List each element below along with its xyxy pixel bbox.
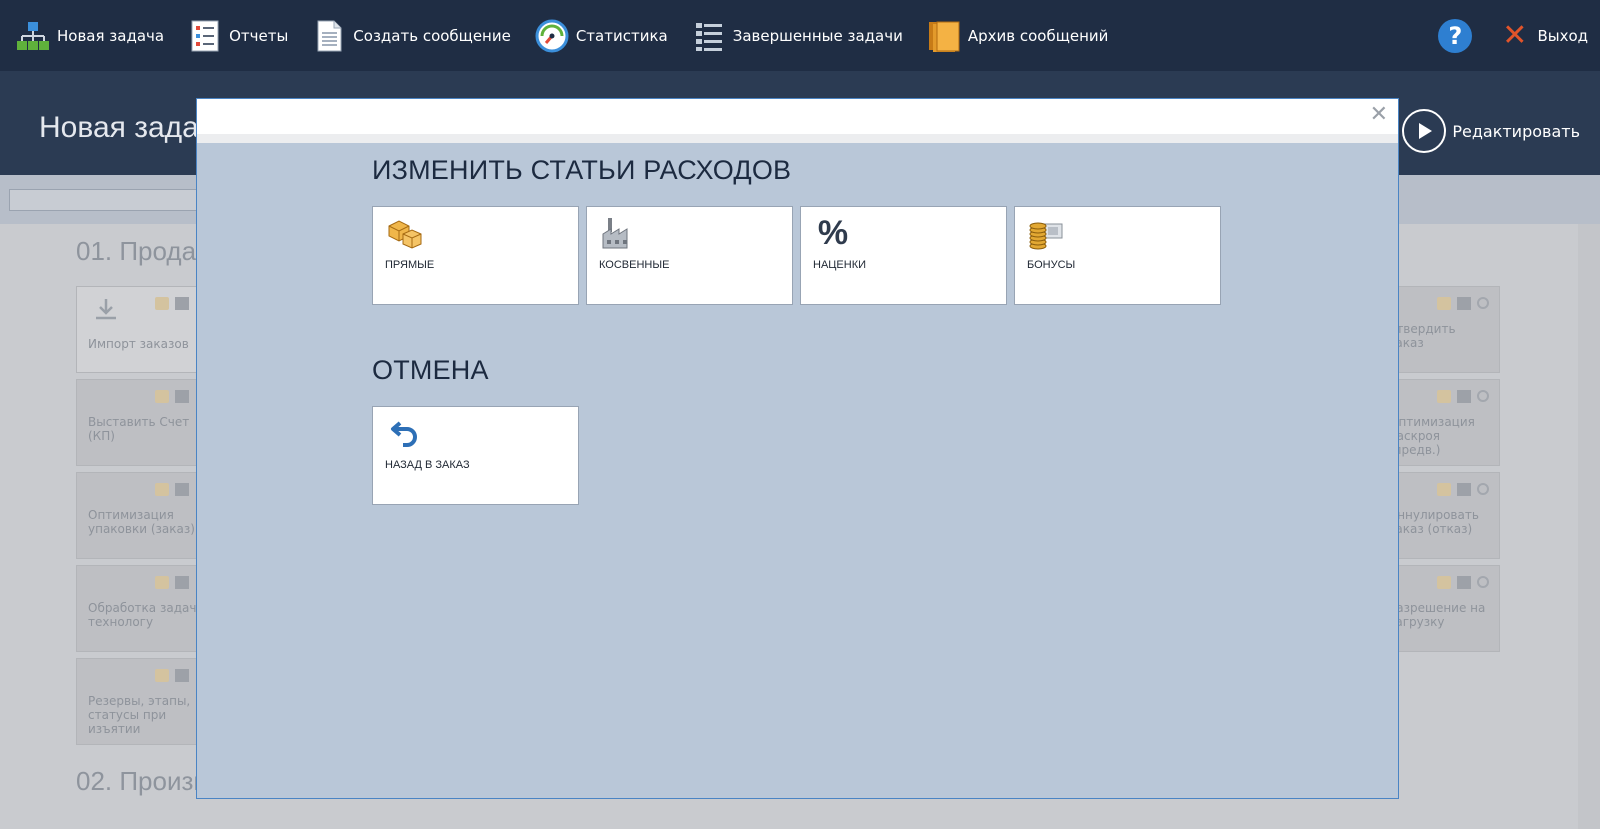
tile-label: НАЦЕНКИ	[813, 259, 867, 271]
card-invoice[interactable]: Выставить Счет (КП)	[76, 379, 200, 466]
list-icon	[692, 19, 726, 53]
card-actions	[155, 297, 189, 310]
save-icon[interactable]	[1457, 483, 1471, 496]
folder-icon[interactable]	[1437, 390, 1451, 403]
folder-icon[interactable]	[155, 390, 169, 403]
save-icon[interactable]	[175, 669, 189, 682]
close-x-icon: ✕	[1502, 17, 1528, 53]
card-label: Оптимизация упаковки (заказ)	[88, 508, 195, 536]
save-icon[interactable]	[1457, 297, 1471, 310]
dialog-titlebar: ✕	[197, 99, 1398, 143]
toolbar-create-message-label: Создать сообщение	[353, 26, 511, 45]
archive-folder-icon	[927, 19, 961, 53]
toolbar-statistics[interactable]: Статистика	[527, 0, 676, 71]
folder-icon[interactable]	[155, 297, 169, 310]
card-actions	[155, 483, 189, 496]
folder-icon[interactable]	[155, 669, 169, 682]
card-label: Импорт заказов	[88, 337, 189, 351]
card-actions	[1437, 390, 1489, 403]
toolbar-new-task-label: Новая задача	[57, 26, 165, 45]
tile-indirect-costs[interactable]: КОСВЕННЫЕ	[586, 206, 793, 305]
card-actions	[155, 669, 189, 682]
save-icon[interactable]	[1457, 576, 1471, 589]
save-icon[interactable]	[175, 576, 189, 589]
save-icon[interactable]	[175, 297, 189, 310]
card-actions	[1437, 576, 1489, 589]
card-reserves[interactable]: Резервы, этапы, статусы при изъятии	[76, 658, 200, 745]
toolbar-completed-tasks-label: Завершенные задачи	[732, 26, 903, 45]
zoom-icon[interactable]	[1477, 483, 1489, 495]
exit-label: Выход	[1537, 26, 1588, 45]
card-label: Резервы, этапы, статусы при изъятии	[88, 694, 191, 736]
toolbar-create-message[interactable]: Создать сообщение	[304, 0, 519, 71]
report-list-icon	[188, 19, 222, 53]
card-pack-optimization[interactable]: Оптимизация упаковки (заказ)	[76, 472, 200, 559]
tile-label: ПРЯМЫЕ	[385, 259, 435, 271]
org-chart-icon	[16, 19, 50, 53]
folder-icon[interactable]	[155, 483, 169, 496]
card-label: Утвердить заказ	[1389, 322, 1456, 350]
document-icon	[312, 19, 346, 53]
edit-button-label: Редактировать	[1452, 121, 1580, 141]
toolbar-right: ? ✕ Выход	[1438, 0, 1600, 71]
tile-label: КОСВЕННЫЕ	[599, 259, 670, 271]
group-title-cancel: ОТМЕНА	[372, 355, 489, 385]
card-technologist-task[interactable]: Обработка задачи технологу	[76, 565, 204, 652]
undo-arrow-icon	[385, 415, 425, 451]
card-actions	[155, 576, 189, 589]
save-icon[interactable]	[1457, 390, 1471, 403]
zoom-icon[interactable]	[1477, 297, 1489, 309]
save-icon[interactable]	[175, 390, 189, 403]
zoom-icon[interactable]	[1477, 390, 1489, 402]
percent-icon: %	[817, 213, 849, 252]
tile-bonuses[interactable]: БОНУСЫ	[1014, 206, 1221, 305]
toolbar-reports-label: Отчеты	[229, 26, 289, 45]
card-actions	[155, 390, 189, 403]
toolbar-new-task[interactable]: Новая задача	[8, 0, 172, 71]
card-import-orders[interactable]: Импорт заказов	[76, 286, 200, 373]
group-title-change-expenses: ИЗМЕНИТЬ СТАТЬИ РАСХОДОВ	[372, 155, 792, 185]
download-icon	[93, 297, 119, 325]
toolbar-message-archive-label: Архив сообщений	[967, 26, 1109, 45]
exit-button[interactable]: ✕ Выход	[1502, 17, 1588, 53]
zoom-icon[interactable]	[1477, 576, 1489, 588]
card-label: Выставить Счет (КП)	[88, 415, 190, 443]
card-actions	[1437, 483, 1489, 496]
help-icon[interactable]: ?	[1438, 18, 1473, 53]
card-label: Оптимизация раскроя (предв.)	[1389, 415, 1475, 457]
toolbar-message-archive[interactable]: Архив сообщений	[919, 0, 1117, 71]
card-label: Обработка задачи технологу	[88, 601, 205, 629]
folder-icon[interactable]	[155, 576, 169, 589]
folder-icon[interactable]	[1437, 297, 1451, 310]
coins-icon	[1027, 215, 1067, 251]
gauge-icon	[535, 19, 569, 53]
tile-label: НАЗАД В ЗАКАЗ	[385, 459, 470, 471]
tile-markups[interactable]: % НАЦЕНКИ	[800, 206, 1007, 305]
edit-button[interactable]: Редактировать	[1402, 109, 1580, 153]
card-label: Аннулировать заказ (отказ)	[1389, 508, 1479, 536]
tile-direct-costs[interactable]: ПРЯМЫЕ	[372, 206, 579, 305]
toolbar-completed-tasks[interactable]: Завершенные задачи	[684, 0, 911, 71]
tile-label: БОНУСЫ	[1027, 259, 1076, 271]
folder-icon[interactable]	[1437, 483, 1451, 496]
card-actions	[1437, 297, 1489, 310]
page-scrollbar[interactable]	[1578, 224, 1600, 829]
toolbar-reports[interactable]: Отчеты	[180, 0, 296, 71]
main-toolbar: Новая задача Отчеты Создать сообщение Ст…	[0, 0, 1600, 71]
boxes-icon	[385, 215, 425, 251]
tile-back-to-order[interactable]: НАЗАД В ЗАКАЗ	[372, 406, 579, 505]
factory-icon	[599, 215, 639, 251]
card-label: Разрешение на загрузку	[1389, 601, 1486, 629]
expense-items-dialog: ✕ ИЗМЕНИТЬ СТАТЬИ РАСХОДОВ ПРЯМЫЕ КОСВЕН…	[196, 98, 1399, 799]
play-icon	[1402, 109, 1447, 153]
dialog-close-icon[interactable]: ✕	[1370, 103, 1388, 127]
toolbar-statistics-label: Статистика	[575, 26, 668, 45]
save-icon[interactable]	[175, 483, 189, 496]
folder-icon[interactable]	[1437, 576, 1451, 589]
